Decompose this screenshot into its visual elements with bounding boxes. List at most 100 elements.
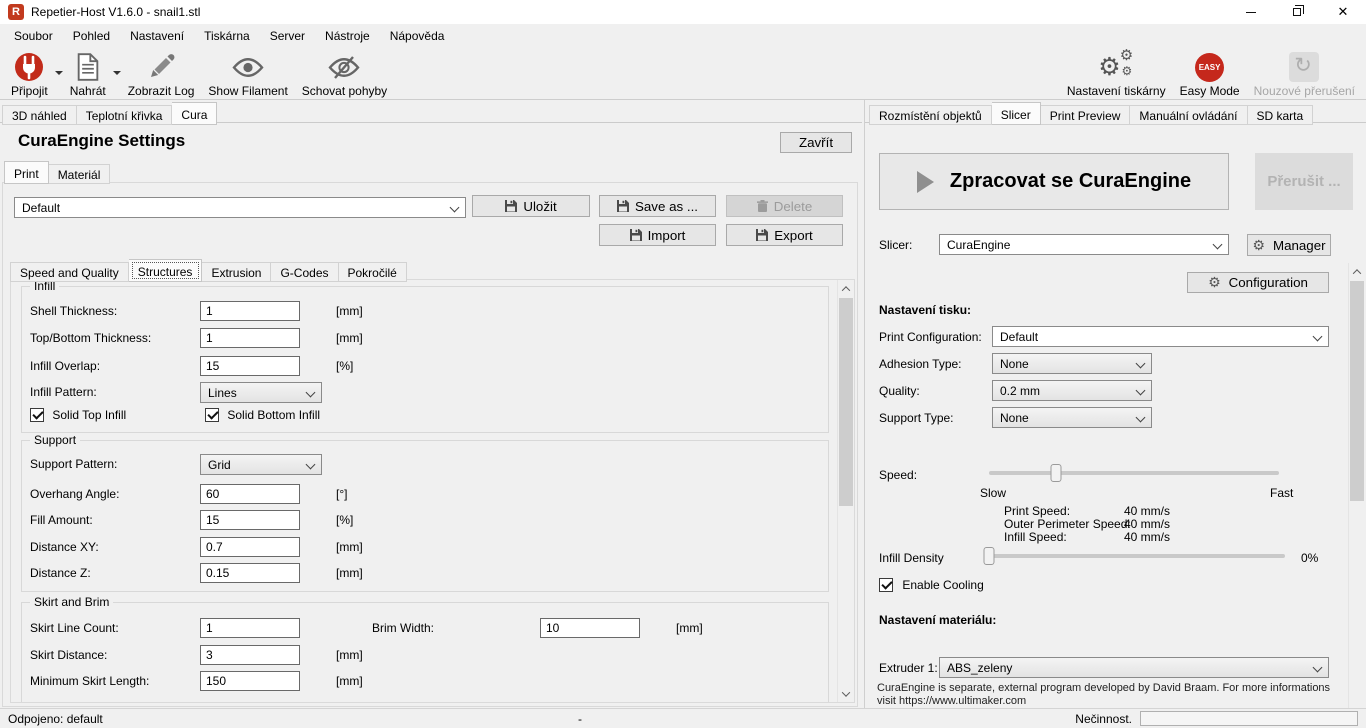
brim-width-input[interactable] bbox=[540, 618, 640, 638]
slice-button[interactable]: Zpracovat se CuraEngine bbox=[879, 153, 1229, 210]
infill-pattern-select[interactable]: Lines bbox=[200, 382, 322, 403]
top-bottom-thickness-input[interactable] bbox=[200, 328, 300, 348]
tab-3d-view[interactable]: 3D náhled bbox=[2, 105, 77, 125]
load-dropdown-caret[interactable] bbox=[113, 71, 121, 75]
menu-server[interactable]: Server bbox=[260, 26, 315, 46]
tab-speed-quality[interactable]: Speed and Quality bbox=[10, 262, 129, 282]
menu-nastroje[interactable]: Nástroje bbox=[315, 26, 380, 46]
support-pattern-select[interactable]: Grid bbox=[200, 454, 322, 475]
skirt-distance-input[interactable] bbox=[200, 645, 300, 665]
export-button[interactable]: Export bbox=[726, 224, 843, 246]
scroll-up-arrow-icon[interactable] bbox=[1349, 263, 1365, 280]
speed-slow-label: Slow bbox=[980, 486, 1006, 500]
menu-tiskarna[interactable]: Tiskárna bbox=[194, 26, 260, 46]
menu-pohled[interactable]: Pohled bbox=[63, 26, 120, 46]
overhang-angle-input[interactable] bbox=[200, 484, 300, 504]
support-pattern-row: Support Pattern: Grid bbox=[22, 454, 828, 476]
hide-travel-button[interactable]: Schovat pohyby bbox=[295, 47, 394, 99]
solid-bottom-infill-checkbox[interactable] bbox=[205, 408, 219, 422]
slicer-scrollbar[interactable] bbox=[1348, 263, 1365, 725]
enable-cooling-checkbox[interactable] bbox=[879, 578, 893, 592]
settings-scrollbar[interactable] bbox=[837, 280, 854, 702]
tab-print-preview[interactable]: Print Preview bbox=[1041, 105, 1131, 125]
quality-select[interactable]: 0.2 mm bbox=[992, 380, 1152, 401]
tab-manual-control[interactable]: Manuální ovládání bbox=[1130, 105, 1247, 125]
outer-perimeter-speed-label: Outer Perimeter Speed: bbox=[1004, 517, 1131, 531]
infill-overlap-input[interactable] bbox=[200, 356, 300, 376]
distance-xy-input[interactable] bbox=[200, 537, 300, 557]
minimum-skirt-length-input[interactable] bbox=[200, 671, 300, 691]
minimize-button[interactable] bbox=[1228, 0, 1274, 24]
speed-slider[interactable] bbox=[989, 464, 1279, 482]
save-button[interactable]: Uložit bbox=[472, 195, 590, 217]
configuration-button[interactable]: Configuration bbox=[1187, 272, 1329, 293]
chevron-down-icon bbox=[306, 460, 316, 470]
save-as-button[interactable]: Save as ... bbox=[599, 195, 716, 217]
top-bottom-thickness-unit: [mm] bbox=[336, 331, 363, 345]
solid-top-infill-checkbox[interactable] bbox=[30, 408, 44, 422]
distance-z-input[interactable] bbox=[200, 563, 300, 583]
tab-slicer[interactable]: Slicer bbox=[992, 102, 1041, 125]
tab-material[interactable]: Materiál bbox=[49, 164, 111, 184]
show-filament-button[interactable]: Show Filament bbox=[201, 47, 294, 99]
window-controls bbox=[1228, 0, 1366, 24]
show-log-button[interactable]: Zobrazit Log bbox=[121, 47, 202, 99]
printer-settings-label: Nastavení tiskárny bbox=[1067, 84, 1166, 98]
support-type-select[interactable]: None bbox=[992, 407, 1152, 428]
main-area: 3D náhled Teplotní křivka Cura CuraEngin… bbox=[0, 100, 1366, 708]
app-logo-icon: R bbox=[8, 4, 24, 20]
scroll-down-arrow-icon[interactable] bbox=[838, 685, 854, 702]
brim-width-unit: [mm] bbox=[676, 621, 703, 635]
tab-print[interactable]: Print bbox=[4, 161, 49, 184]
support-type-label: Support Type: bbox=[879, 411, 954, 425]
gears-icon bbox=[1098, 51, 1134, 83]
manager-button[interactable]: Manager bbox=[1247, 234, 1331, 256]
import-button[interactable]: Import bbox=[599, 224, 716, 246]
slider-thumb[interactable] bbox=[984, 547, 995, 565]
setting-tab-strip: Speed and Quality Structures Extrusion G… bbox=[10, 259, 407, 282]
fill-amount-input[interactable] bbox=[200, 510, 300, 530]
shell-thickness-input[interactable] bbox=[200, 301, 300, 321]
menu-soubor[interactable]: Soubor bbox=[4, 26, 63, 46]
emergency-stop-label: Nouzové přerušení bbox=[1254, 84, 1355, 98]
printer-settings-button[interactable]: Nastavení tiskárny bbox=[1060, 47, 1173, 99]
enable-cooling-label: Enable Cooling bbox=[902, 578, 983, 592]
scrollbar-thumb[interactable] bbox=[1350, 281, 1364, 501]
menu-napoveda[interactable]: Nápověda bbox=[380, 26, 455, 46]
load-button[interactable]: Nahrát bbox=[63, 47, 113, 99]
print-configuration-select[interactable]: Default bbox=[992, 326, 1329, 347]
skirt-brim-group: Skirt and Brim Skirt Line Count: Brim Wi… bbox=[21, 602, 829, 703]
connect-button[interactable]: Připojit bbox=[4, 47, 55, 99]
quality-label: Quality: bbox=[879, 384, 920, 398]
tab-cura[interactable]: Cura bbox=[172, 102, 217, 125]
skirt-line-count-input[interactable] bbox=[200, 618, 300, 638]
top-bottom-thickness-row: Top/Bottom Thickness: [mm] bbox=[22, 328, 828, 350]
adhesion-type-label: Adhesion Type: bbox=[879, 357, 962, 371]
slider-thumb[interactable] bbox=[1050, 464, 1061, 482]
infill-density-slider[interactable] bbox=[989, 547, 1285, 565]
close-button[interactable] bbox=[1320, 0, 1366, 24]
tab-temperature-curve[interactable]: Teplotní křivka bbox=[77, 105, 173, 125]
support-pattern-value: Grid bbox=[208, 458, 231, 472]
tab-gcodes[interactable]: G-Codes bbox=[271, 262, 338, 282]
floppy-icon bbox=[630, 229, 642, 241]
restore-button[interactable] bbox=[1274, 0, 1320, 24]
slicer-select[interactable]: CuraEngine bbox=[939, 234, 1229, 255]
scrollbar-thumb[interactable] bbox=[839, 298, 853, 506]
extruder1-select[interactable]: ABS_zeleny bbox=[939, 657, 1329, 678]
scroll-up-arrow-icon[interactable] bbox=[838, 280, 854, 297]
tab-extrusion[interactable]: Extrusion bbox=[202, 262, 271, 282]
profile-select[interactable]: Default bbox=[14, 197, 466, 218]
tab-print-label: Print bbox=[14, 167, 39, 181]
tab-object-placement[interactable]: Rozmístění objektů bbox=[869, 105, 992, 125]
tab-sd-card[interactable]: SD karta bbox=[1248, 105, 1314, 125]
close-settings-button[interactable]: Zavřít bbox=[780, 132, 852, 153]
easy-mode-button[interactable]: EASY Easy Mode bbox=[1173, 47, 1247, 99]
menu-nastaveni[interactable]: Nastavení bbox=[120, 26, 194, 46]
adhesion-type-select[interactable]: None bbox=[992, 353, 1152, 374]
connect-dropdown-caret[interactable] bbox=[55, 71, 63, 75]
load-label: Nahrát bbox=[70, 84, 106, 98]
tab-structures[interactable]: Structures bbox=[129, 259, 203, 282]
tab-advanced[interactable]: Pokročilé bbox=[339, 262, 407, 282]
eye-icon bbox=[232, 51, 264, 83]
